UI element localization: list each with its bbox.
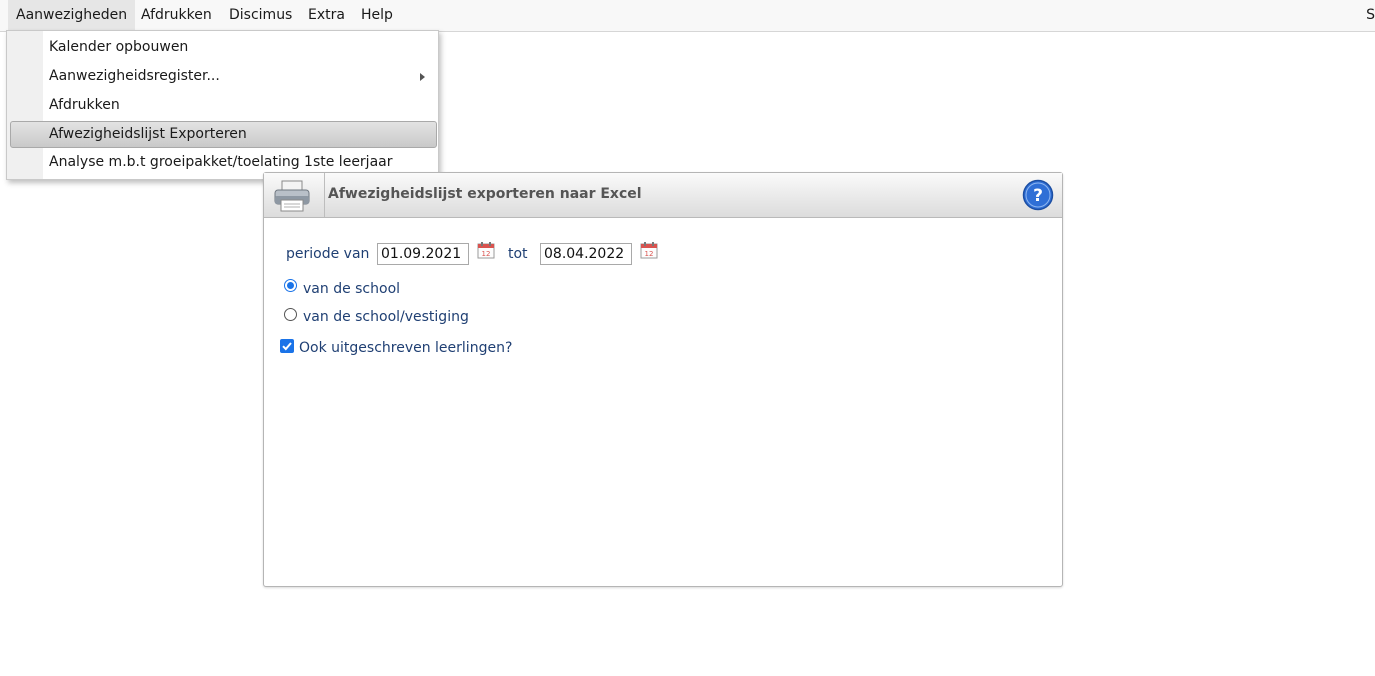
checkmark-icon (282, 342, 292, 351)
svg-text:?: ? (1033, 186, 1043, 206)
panel-title: Afwezigheidslijst exporteren naar Excel (328, 186, 642, 202)
dropdown-item-label: Aanwezigheidsregister... (49, 68, 220, 84)
menu-help[interactable]: Help (353, 0, 401, 31)
calendar-icon[interactable]: 12 (477, 241, 495, 259)
radio-van-de-school-label: van de school (303, 281, 401, 297)
svg-text:12: 12 (645, 250, 654, 258)
to-date-input[interactable] (540, 243, 632, 265)
dropdown-item-aanwezigheidsregister[interactable]: Aanwezigheidsregister... (10, 63, 435, 90)
submenu-arrow-icon (420, 73, 425, 81)
menu-extra[interactable]: Extra (300, 0, 353, 31)
svg-text:12: 12 (482, 250, 491, 258)
help-icon[interactable]: ? (1022, 179, 1054, 211)
from-date-input[interactable] (377, 243, 469, 265)
panel-header: Afwezigheidslijst exporteren naar Excel … (264, 173, 1062, 218)
dropdown-item-label: Afdrukken (49, 97, 120, 113)
printer-icon (274, 180, 310, 212)
dropdown-item-label: Afwezigheidslijst Exporteren (49, 126, 247, 142)
aanwezigheden-dropdown: Kalender opbouwen Aanwezigheidsregister.… (6, 30, 439, 180)
dropdown-item-afwezigheidslijst-exporteren[interactable]: Afwezigheidslijst Exporteren (10, 121, 437, 148)
period-label: periode van (286, 246, 370, 262)
radio-van-de-school-vestiging[interactable] (284, 308, 297, 321)
radio-van-de-school-vestiging-label: van de school/vestiging (303, 309, 469, 325)
ook-uitgeschreven-checkbox[interactable] (280, 339, 294, 353)
export-panel: Afwezigheidslijst exporteren naar Excel … (263, 172, 1063, 587)
menubar-right-text: S (1366, 7, 1375, 23)
calendar-icon[interactable]: 12 (640, 241, 658, 259)
radio-van-de-school[interactable] (284, 279, 297, 292)
printer-icon-box (264, 173, 325, 217)
dropdown-item-kalender-opbouwen[interactable]: Kalender opbouwen (10, 34, 435, 61)
dropdown-item-label: Kalender opbouwen (49, 39, 189, 55)
ook-uitgeschreven-label: Ook uitgeschreven leerlingen? (299, 340, 513, 356)
menu-discimus[interactable]: Discimus (221, 0, 300, 31)
to-label: tot (508, 246, 528, 262)
dropdown-item-afdrukken[interactable]: Afdrukken (10, 92, 435, 119)
menu-aanwezigheden[interactable]: Aanwezigheden (8, 0, 136, 31)
menu-afdrukken[interactable]: Afdrukken (133, 0, 220, 31)
menubar: Aanwezigheden Afdrukken Discimus Extra H… (0, 0, 1375, 32)
